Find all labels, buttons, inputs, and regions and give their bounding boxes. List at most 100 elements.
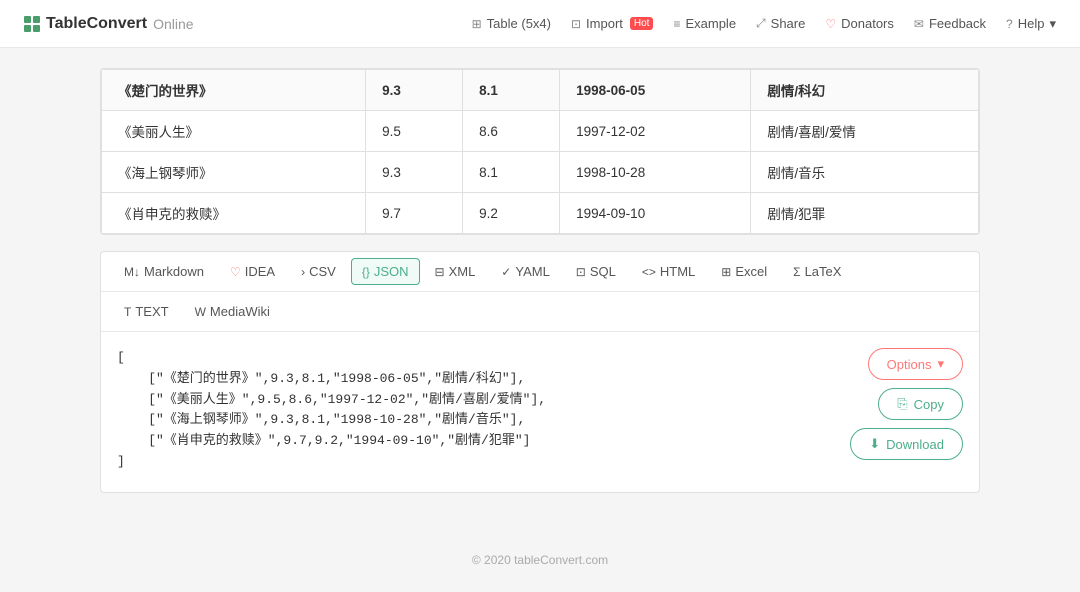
table-cell: 《楚门的世界》 <box>102 70 366 111</box>
table-row: 《肖申克的救赎》9.79.21994-09-10剧情/犯罪 <box>102 193 979 234</box>
idea-tab-label: IDEA <box>245 264 275 279</box>
tabs-row-1: M↓ Markdown ♡ IDEA › CSV {} JSON ⊟ XML ✓ YAML ⊡ SQL <>… <box>101 252 979 292</box>
table-row: 《海上钢琴师》9.38.11998-10-28剧情/音乐 <box>102 152 979 193</box>
data-table-container: 《楚门的世界》9.38.11998-06-05剧情/科幻《美丽人生》9.58.6… <box>100 68 980 235</box>
feedback-icon: ✉ <box>914 17 924 31</box>
csv-tab-label: CSV <box>309 264 336 279</box>
excel-tab-icon: ⊞ <box>721 265 731 279</box>
tab-excel[interactable]: ⊞ Excel <box>710 258 778 285</box>
table-cell: 1998-10-28 <box>560 152 751 193</box>
code-area: [ ["《楚门的世界》",9.3,8.1,"1998-06-05","剧情/科幻… <box>101 332 979 492</box>
nav-import[interactable]: ⊡ Import Hot <box>571 16 653 31</box>
idea-tab-icon: ♡ <box>230 265 241 279</box>
tab-html[interactable]: <> HTML <box>631 258 706 285</box>
table-cell: 8.1 <box>463 152 560 193</box>
table-cell: 剧情/喜剧/爱情 <box>751 111 979 152</box>
table-icon: ⊞ <box>472 17 482 31</box>
nav-table-label: Table (5x4) <box>487 16 551 31</box>
table-cell: 9.3 <box>366 152 463 193</box>
table-cell: 9.5 <box>366 111 463 152</box>
table-cell: 《美丽人生》 <box>102 111 366 152</box>
tab-csv[interactable]: › CSV <box>290 258 347 285</box>
table-cell: 8.6 <box>463 111 560 152</box>
table-cell: 剧情/科幻 <box>751 70 979 111</box>
nav-share[interactable]: ⤢ Share <box>756 16 805 31</box>
tab-yaml[interactable]: ✓ YAML <box>490 258 561 285</box>
nav-feedback[interactable]: ✉ Feedback <box>914 16 986 31</box>
nav-table[interactable]: ⊞ Table (5x4) <box>472 16 551 31</box>
nav-help-label: Help <box>1018 16 1045 31</box>
code-actions: Options ▾ ⎘ Copy ⬇ Download <box>763 348 963 476</box>
table-cell: 1998-06-05 <box>560 70 751 111</box>
sql-tab-icon: ⊡ <box>576 265 586 279</box>
table-cell: 剧情/犯罪 <box>751 193 979 234</box>
import-icon: ⊡ <box>571 17 581 31</box>
html-tab-label: HTML <box>660 264 695 279</box>
excel-tab-label: Excel <box>735 264 767 279</box>
tab-idea[interactable]: ♡ IDEA <box>219 258 286 285</box>
nav: ⊞ Table (5x4) ⊡ Import Hot ≡ Example ⤢ S… <box>472 16 1056 32</box>
nav-import-label: Import <box>586 16 623 31</box>
data-table: 《楚门的世界》9.38.11998-06-05剧情/科幻《美丽人生》9.58.6… <box>101 69 979 234</box>
csv-tab-icon: › <box>301 265 305 279</box>
logo-icon <box>24 16 40 32</box>
main-content: 《楚门的世界》9.38.11998-06-05剧情/科幻《美丽人生》9.58.6… <box>80 68 1000 493</box>
nav-help[interactable]: ? Help ▾ <box>1006 16 1056 32</box>
table-cell: 9.7 <box>366 193 463 234</box>
latex-tab-label: LaTeX <box>805 264 842 279</box>
tab-mediawiki[interactable]: W MediaWiki <box>184 298 281 325</box>
table-cell: 8.1 <box>463 70 560 111</box>
copy-icon: ⎘ <box>897 396 907 412</box>
tab-text[interactable]: T TEXT <box>113 298 180 325</box>
markdown-tab-icon: M↓ <box>124 265 140 279</box>
mediawiki-tab-icon: W <box>195 305 206 319</box>
nav-donators-label: Donators <box>841 16 894 31</box>
nav-feedback-label: Feedback <box>929 16 986 31</box>
text-tab-label: TEXT <box>135 304 168 319</box>
xml-tab-label: XML <box>449 264 476 279</box>
download-icon: ⬇ <box>869 436 880 452</box>
tab-sql[interactable]: ⊡ SQL <box>565 258 627 285</box>
tab-markdown[interactable]: M↓ Markdown <box>113 258 215 285</box>
html-tab-icon: <> <box>642 265 656 279</box>
download-button[interactable]: ⬇ Download <box>850 428 963 460</box>
tab-xml[interactable]: ⊟ XML <box>424 258 487 285</box>
share-icon: ⤢ <box>756 16 766 31</box>
logo-suffix: Online <box>153 16 193 32</box>
table-cell: 《肖申克的救赎》 <box>102 193 366 234</box>
download-label: Download <box>886 437 944 452</box>
copy-button[interactable]: ⎘ Copy <box>878 388 963 420</box>
nav-share-label: Share <box>771 16 806 31</box>
example-icon: ≡ <box>673 17 680 31</box>
options-button[interactable]: Options ▾ <box>868 348 963 380</box>
code-output: [ ["《楚门的世界》",9.3,8.1,"1998-06-05","剧情/科幻… <box>117 348 747 476</box>
heart-icon: ♡ <box>825 17 836 31</box>
table-row: 《楚门的世界》9.38.11998-06-05剧情/科幻 <box>102 70 979 111</box>
options-chevron-icon: ▾ <box>937 356 944 372</box>
copy-label: Copy <box>914 397 944 412</box>
yaml-tab-label: YAML <box>515 264 549 279</box>
json-tab-label: JSON <box>374 264 409 279</box>
tab-latex[interactable]: Σ LaTeX <box>782 258 852 285</box>
json-tab-icon: {} <box>362 265 370 279</box>
chevron-down-icon: ▾ <box>1049 16 1056 32</box>
table-cell: 1994-09-10 <box>560 193 751 234</box>
table-row: 《美丽人生》9.58.61997-12-02剧情/喜剧/爱情 <box>102 111 979 152</box>
logo-name: TableConvert <box>46 15 147 33</box>
markdown-tab-label: Markdown <box>144 264 204 279</box>
nav-example[interactable]: ≡ Example <box>673 16 736 31</box>
latex-tab-icon: Σ <box>793 265 800 279</box>
table-cell: 9.3 <box>366 70 463 111</box>
xml-tab-icon: ⊟ <box>435 265 445 279</box>
tabs-row-2: T TEXT W MediaWiki <box>101 292 979 332</box>
sql-tab-label: SQL <box>590 264 616 279</box>
table-cell: 1997-12-02 <box>560 111 751 152</box>
nav-example-label: Example <box>685 16 736 31</box>
table-cell: 9.2 <box>463 193 560 234</box>
text-tab-icon: T <box>124 305 131 319</box>
yaml-tab-icon: ✓ <box>501 265 511 279</box>
tab-json[interactable]: {} JSON <box>351 258 420 285</box>
help-icon: ? <box>1006 17 1013 31</box>
nav-donators[interactable]: ♡ Donators <box>825 16 894 31</box>
mediawiki-tab-label: MediaWiki <box>210 304 270 319</box>
